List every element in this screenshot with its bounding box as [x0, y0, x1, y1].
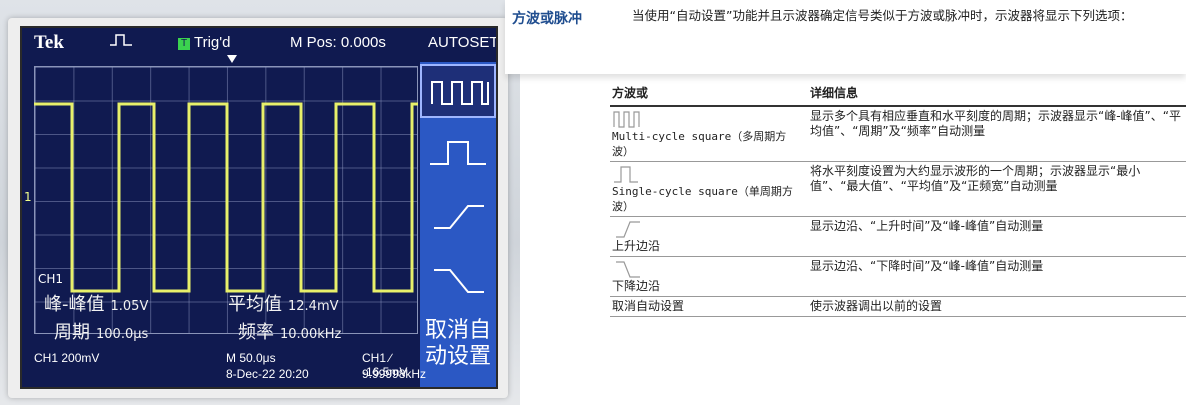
ch1-scale: CH1 200mV [34, 351, 100, 365]
table-header-option: 方波或 [610, 82, 804, 107]
single-cycle-square-icon [614, 166, 638, 183]
table-row: 取消自动设置 使示波器调出以前的设置 [610, 296, 1186, 317]
manual-page: 方波或脉冲 当使用“自动设置”功能并且示波器确定信号类似于方波或脉冲时，示波器将… [505, 0, 1186, 405]
scope-status-bar: Tek T Trig'd M Pos: 0.000s AUTOSET [22, 28, 496, 56]
rising-edge-icon [616, 221, 640, 238]
row-option-name: 取消自动设置 [610, 296, 804, 317]
rising-edge-icon [434, 205, 484, 229]
single-cycle-square-icon [430, 141, 486, 165]
row-option-detail: 使示波器调出以前的设置 [804, 296, 1186, 317]
row-option-detail: 将水平刻度设置为大约显示波形的一个周期；示波器显示“最小值”、“最大值”、“平均… [804, 161, 1186, 217]
cancel-autoset-button[interactable]: 取消自 动设置 [420, 318, 496, 378]
trigger-status: T Trig'd [178, 34, 230, 51]
trigger-position-marker [227, 55, 237, 63]
period-measurement: 周期 100.0μs [54, 322, 149, 343]
row-option-detail: 显示多个具有相应垂直和水平刻度的周期；示波器显示“峰-峰值”、“平均值”、“周期… [804, 106, 1186, 162]
oscilloscope-photo: Tek T Trig'd M Pos: 0.000s AUTOSET 1 CH1 … [0, 0, 520, 405]
section-header-card: 方波或脉冲 当使用“自动设置”功能并且示波器确定信号类似于方波或脉冲时，示波器将… [505, 0, 1186, 74]
row-option-detail: 显示边沿、“上升时间”及“峰-峰值”自动测量 [804, 216, 1186, 257]
row-option-name: 下降边沿 [612, 279, 661, 293]
brand-logo: Tek [34, 32, 64, 53]
table-row: Multi-cycle square（多周期方波） 显示多个具有相应垂直和水平刻… [610, 106, 1186, 162]
multi-cycle-square-icon [613, 111, 640, 128]
multi-cycle-square-option[interactable] [420, 64, 496, 118]
table-row: Single-cycle square（单周期方波） 将水平刻度设置为大约显示波… [610, 161, 1186, 217]
falling-edge-icon [616, 261, 640, 278]
section-title: 方波或脉冲 [512, 11, 582, 27]
multi-cycle-square-icon [431, 81, 489, 105]
table-row: 下降边沿 显示边沿、“下降时间”及“峰-峰值”自动测量 [610, 256, 1186, 297]
ch1-waveform-label: CH1 [38, 272, 64, 286]
table-header-row: 方波或 详细信息 [610, 82, 1186, 107]
trigger-frequency-readout: 9.99998kHz [362, 367, 427, 381]
date-time-readout: 8-Dec-22 20:20 [226, 367, 309, 381]
vpp-measurement: 峰-峰值 1.05V [44, 294, 149, 315]
scope-bottom-bar: CH1 200mV M 50.0μs 8-Dec-22 20:20 CH1 ∕ … [22, 349, 426, 387]
falling-edge-icon [434, 269, 484, 293]
row-option-detail: 显示边沿、“下降时间”及“峰-峰值”自动测量 [804, 256, 1186, 297]
section-description: 当使用“自动设置”功能并且示波器确定信号类似于方波或脉冲时，示波器将显示下列选项… [632, 8, 1133, 23]
table-row: 上升边沿 显示边沿、“上升时间”及“峰-峰值”自动测量 [610, 216, 1186, 257]
ch1-ground-marker: 1 [24, 190, 32, 204]
rising-edge-option[interactable] [420, 190, 496, 244]
row-option-name: Multi-cycle square（多周期方波） [612, 130, 787, 158]
pulse-icon [110, 32, 134, 52]
row-option-name: 上升边沿 [612, 239, 661, 253]
frequency-measurement: 频率 10.00kHz [238, 322, 342, 343]
trig-indicator-icon: T [178, 38, 190, 50]
autoset-title: AUTOSET [428, 34, 498, 51]
autoset-side-menu: 取消自 动设置 [420, 62, 496, 387]
row-option-name: Single-cycle square（单周期方波） [612, 185, 793, 213]
table-header-details: 详细信息 [804, 82, 1186, 107]
mean-measurement: 平均值 12.4mV [228, 294, 339, 315]
single-cycle-square-option[interactable] [420, 126, 496, 180]
oscilloscope-screen: Tek T Trig'd M Pos: 0.000s AUTOSET 1 CH1 … [20, 26, 498, 389]
autoset-options-table: 方波或 详细信息 Multi-cycle square（多周期方波） 显示多个具… [610, 82, 1186, 317]
falling-edge-option[interactable] [420, 254, 496, 308]
m-pos-readout: M Pos: 0.000s [290, 34, 386, 51]
timebase-readout: M 50.0μs [226, 351, 276, 365]
